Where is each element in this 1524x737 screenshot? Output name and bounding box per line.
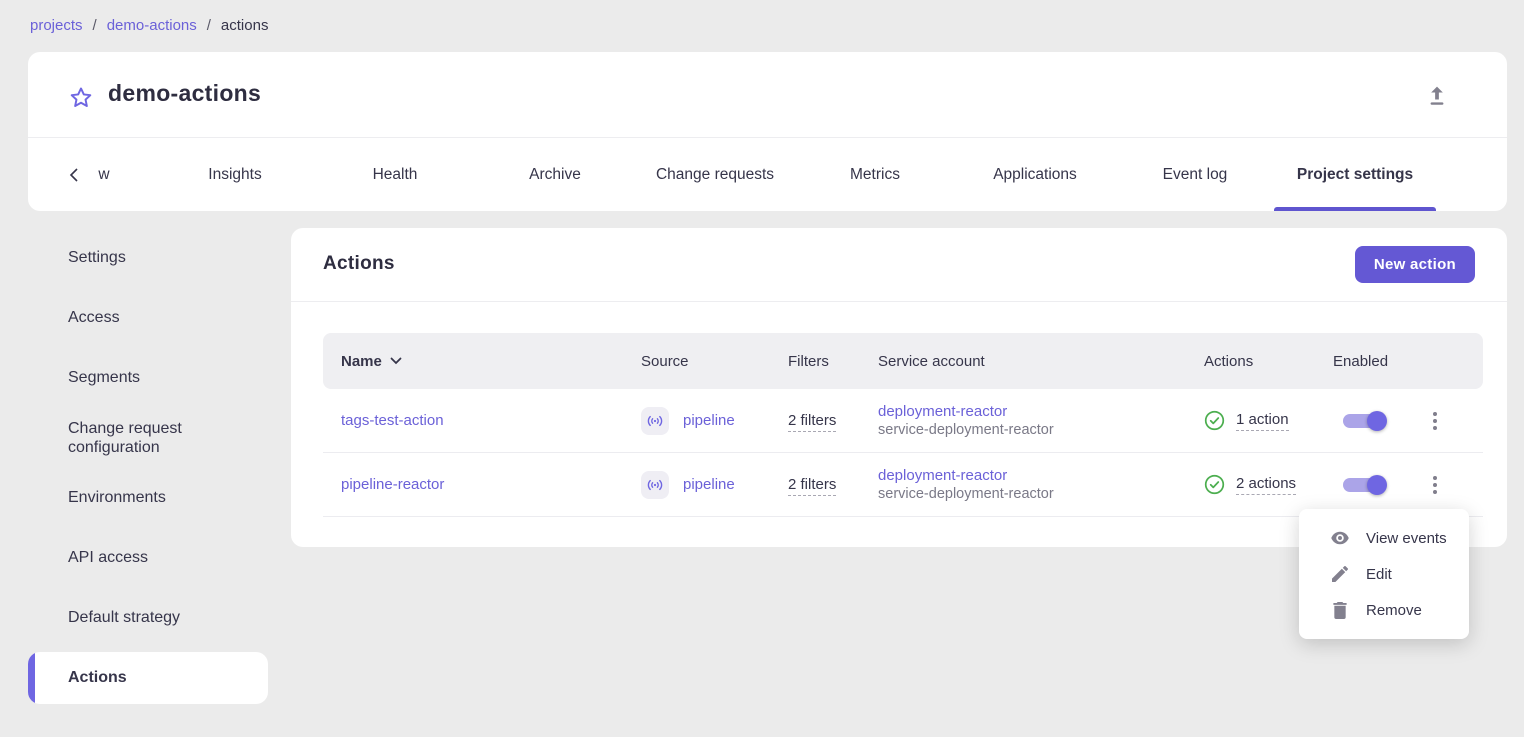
tab-metrics[interactable]: Metrics [850,138,900,211]
panel-title: Actions [323,253,395,275]
page-title: demo-actions [108,80,261,107]
sidebar-item-label: Actions [68,668,127,687]
tab-insights[interactable]: Insights [208,138,261,211]
enabled-toggle[interactable] [1341,409,1387,433]
sidebar-item-api-access[interactable]: API access [28,528,268,588]
active-tab-indicator [1274,207,1436,211]
actions-count[interactable]: 1 action [1236,411,1289,431]
signal-icon [641,471,669,499]
row-context-menu: View events Edit Remove [1299,509,1469,639]
sidebar-item-label: Environments [68,488,166,507]
menu-item-remove[interactable]: Remove [1299,592,1469,628]
menu-item-edit[interactable]: Edit [1299,556,1469,592]
column-header-actions: Actions [1204,353,1333,370]
tab-overview-truncated[interactable]: w [98,138,109,211]
breadcrumb-demo-actions[interactable]: demo-actions [107,17,197,34]
sidebar-item-label: Change request configuration [68,419,244,457]
filters-count[interactable]: 2 filters [788,476,836,496]
tab-health[interactable]: Health [373,138,418,211]
kebab-menu-icon[interactable] [1423,409,1447,433]
eye-icon [1331,529,1349,547]
trash-icon [1331,601,1349,619]
column-label: Name [341,353,382,370]
upload-icon[interactable] [1423,82,1451,110]
chevron-left-icon[interactable] [68,162,90,188]
sidebar-item-actions[interactable]: Actions [28,652,268,704]
table-row: pipeline-reactor pipeline 2 filters depl… [323,453,1483,517]
breadcrumb: projects / demo-actions / actions [30,17,268,34]
signal-icon [641,407,669,435]
sidebar-item-label: Access [68,308,120,327]
panel-divider [291,301,1507,302]
sidebar-item-label: API access [68,548,148,567]
new-action-button[interactable]: New action [1355,246,1475,283]
table-row: tags-test-action pipeline 2 filters depl… [323,389,1483,453]
service-account-link[interactable]: deployment-reactor [878,403,1204,420]
column-header-source: Source [641,353,788,370]
star-outline-icon[interactable] [68,85,94,111]
column-header-enabled: Enabled [1333,353,1483,370]
service-account-id: service-deployment-reactor [878,486,1204,502]
kebab-menu-icon[interactable] [1423,473,1447,497]
sidebar-item-change-request-configuration[interactable]: Change request configuration [28,408,268,468]
actions-panel: Actions New action Name Source Filters S… [291,228,1507,547]
service-account-id: service-deployment-reactor [878,422,1204,438]
breadcrumb-separator: / [93,17,97,34]
sidebar-item-segments[interactable]: Segments [28,348,268,408]
tab-project-settings[interactable]: Project settings [1297,138,1413,211]
project-tabs: w Insights Health Archive Change request… [28,138,1507,211]
table-header-row: Name Source Filters Service account Acti… [323,333,1483,389]
tab-applications[interactable]: Applications [993,138,1077,211]
sidebar-item-settings[interactable]: Settings [28,228,268,288]
project-header: demo-actions [28,52,1507,137]
check-circle-icon [1204,410,1225,431]
sidebar-item-environments[interactable]: Environments [28,468,268,528]
chevron-down-icon [390,357,402,365]
sidebar-item-label: Segments [68,368,140,387]
check-circle-icon [1204,474,1225,495]
tab-change-requests[interactable]: Change requests [656,138,774,211]
filters-count[interactable]: 2 filters [788,412,836,432]
source-link[interactable]: pipeline [683,476,735,493]
settings-sidebar: Settings Access Segments Change request … [28,228,268,708]
column-header-name[interactable]: Name [323,353,641,370]
tab-event-log[interactable]: Event log [1163,138,1228,211]
actions-panel-header: Actions New action [291,228,1507,301]
service-account-link[interactable]: deployment-reactor [878,467,1204,484]
sidebar-item-access[interactable]: Access [28,288,268,348]
enabled-toggle[interactable] [1341,473,1387,497]
menu-item-label: Remove [1366,602,1422,619]
breadcrumb-current: actions [221,17,269,34]
menu-item-label: Edit [1366,566,1392,583]
column-header-service-account: Service account [878,353,1204,370]
source-link[interactable]: pipeline [683,412,735,429]
sidebar-item-label: Default strategy [68,608,180,627]
column-header-filters: Filters [788,353,878,370]
sidebar-item-default-strategy[interactable]: Default strategy [28,588,268,648]
action-name-link[interactable]: pipeline-reactor [341,476,444,493]
breadcrumb-projects[interactable]: projects [30,17,83,34]
tab-archive[interactable]: Archive [529,138,581,211]
menu-item-view-events[interactable]: View events [1299,520,1469,556]
action-name-link[interactable]: tags-test-action [341,412,444,429]
project-header-card: demo-actions w Insights Health Archive C… [28,52,1507,211]
breadcrumb-separator: / [207,17,211,34]
sidebar-item-label: Settings [68,248,126,267]
menu-item-label: View events [1366,530,1447,547]
actions-table: Name Source Filters Service account Acti… [323,333,1483,517]
actions-count[interactable]: 2 actions [1236,475,1296,495]
pencil-icon [1331,565,1349,583]
